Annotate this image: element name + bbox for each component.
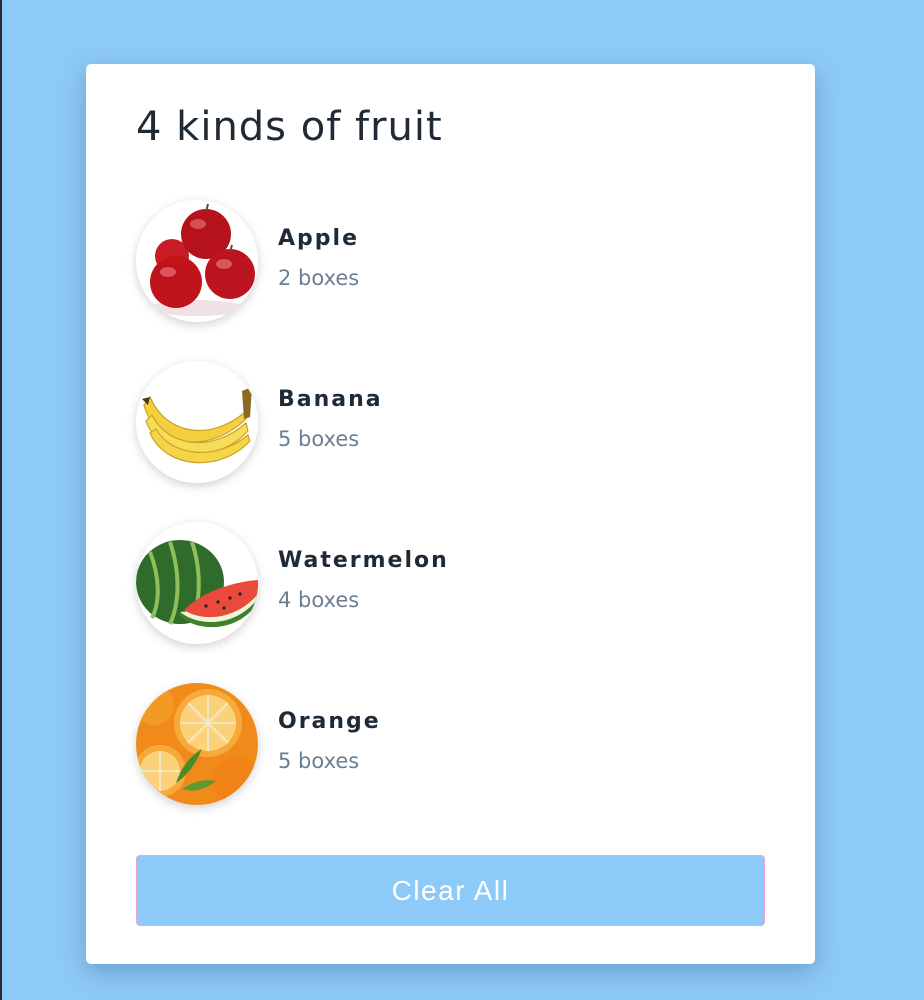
card-title: 4 kinds of fruit	[136, 104, 443, 150]
window-edge	[0, 0, 2, 1000]
fruit-name: Apple	[278, 226, 359, 251]
fruit-quantity: 2 boxes	[278, 266, 360, 290]
fruit-quantity: 5 boxes	[278, 749, 360, 773]
fruit-quantity: 4 boxes	[278, 588, 360, 612]
watermelon-icon	[136, 522, 258, 644]
fruit-list: Apple 2 boxes Banana 5 boxes Watermelon …	[136, 200, 765, 844]
apple-icon	[136, 200, 258, 322]
fruit-name: Banana	[278, 387, 383, 412]
list-item: Banana 5 boxes	[136, 361, 765, 522]
list-item: Watermelon 4 boxes	[136, 522, 765, 683]
orange-icon	[136, 683, 258, 805]
clear-all-button[interactable]: Clear All	[136, 855, 765, 926]
fruit-quantity: 5 boxes	[278, 427, 360, 451]
list-item: Apple 2 boxes	[136, 200, 765, 361]
fruit-name: Watermelon	[278, 548, 449, 573]
list-item: Orange 5 boxes	[136, 683, 765, 844]
banana-icon	[136, 361, 258, 483]
fruit-card: 4 kinds of fruit Apple 2 boxes Banana 5 …	[86, 64, 815, 964]
fruit-name: Orange	[278, 709, 381, 734]
